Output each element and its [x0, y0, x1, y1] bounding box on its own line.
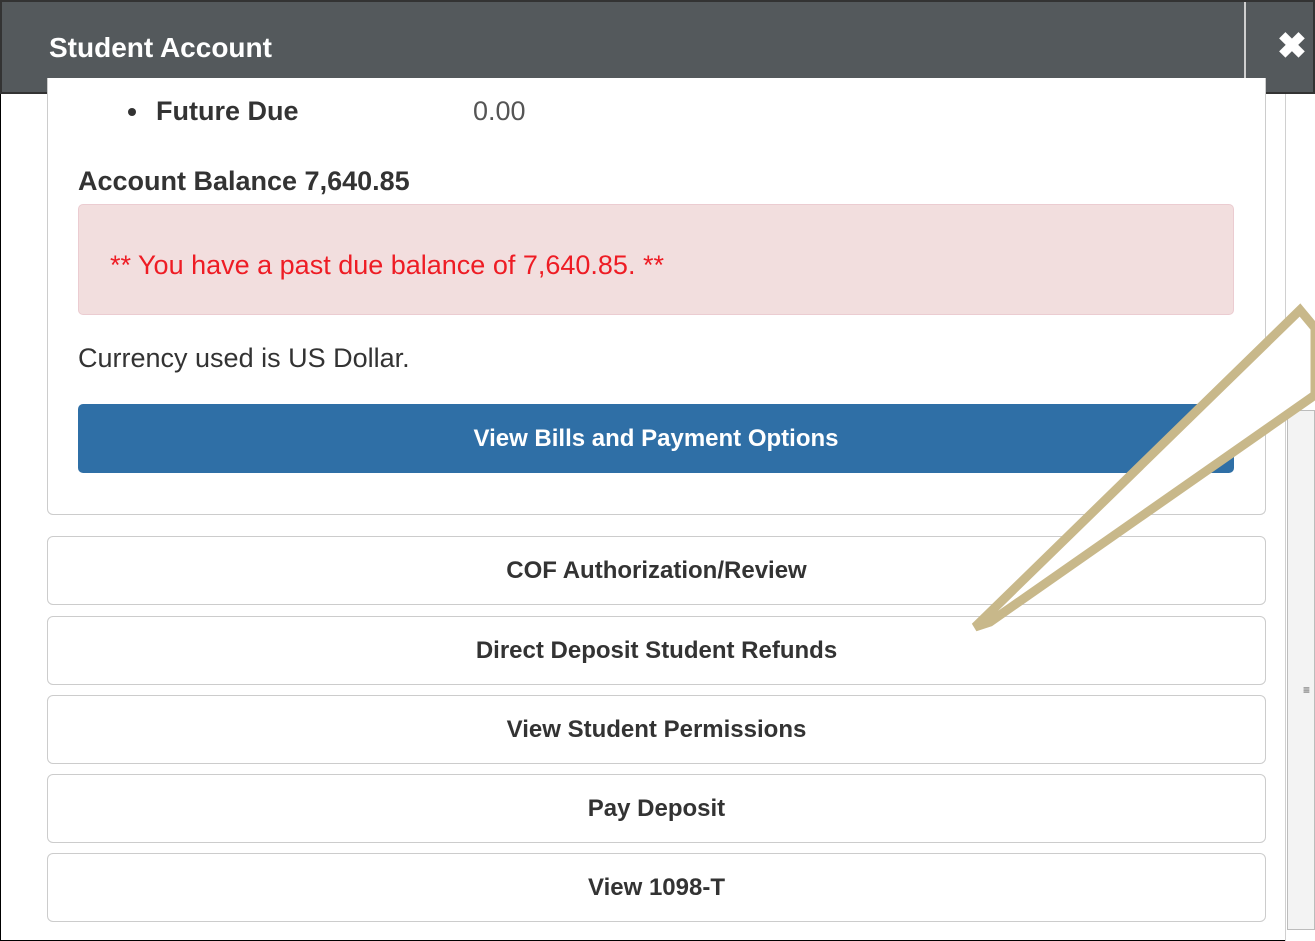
account-balance: Account Balance 7,640.85 [78, 166, 410, 196]
pay-deposit-button[interactable]: Pay Deposit [47, 774, 1266, 843]
past-due-alert: ** You have a past due balance of 7,640.… [78, 204, 1234, 315]
scrollbar-grip-icon[interactable]: ≡ [1303, 683, 1310, 697]
modal-title: Student Account [49, 32, 272, 63]
future-due-value: 0.00 [473, 96, 526, 126]
close-icon[interactable]: ✖ [1270, 24, 1314, 68]
bullet-icon [128, 108, 136, 116]
view-bills-button[interactable]: View Bills and Payment Options [78, 404, 1234, 473]
currency-note: Currency used is US Dollar. [78, 343, 410, 373]
direct-deposit-refunds-button[interactable]: Direct Deposit Student Refunds [47, 616, 1266, 685]
future-due-label: Future Due [156, 96, 299, 126]
past-due-alert-text: ** You have a past due balance of 7,640.… [110, 250, 664, 280]
scrollbar[interactable] [1287, 410, 1315, 930]
cof-authorization-button[interactable]: COF Authorization/Review [47, 536, 1266, 605]
view-student-permissions-button[interactable]: View Student Permissions [47, 695, 1266, 764]
view-1098t-button[interactable]: View 1098-T [47, 853, 1266, 922]
